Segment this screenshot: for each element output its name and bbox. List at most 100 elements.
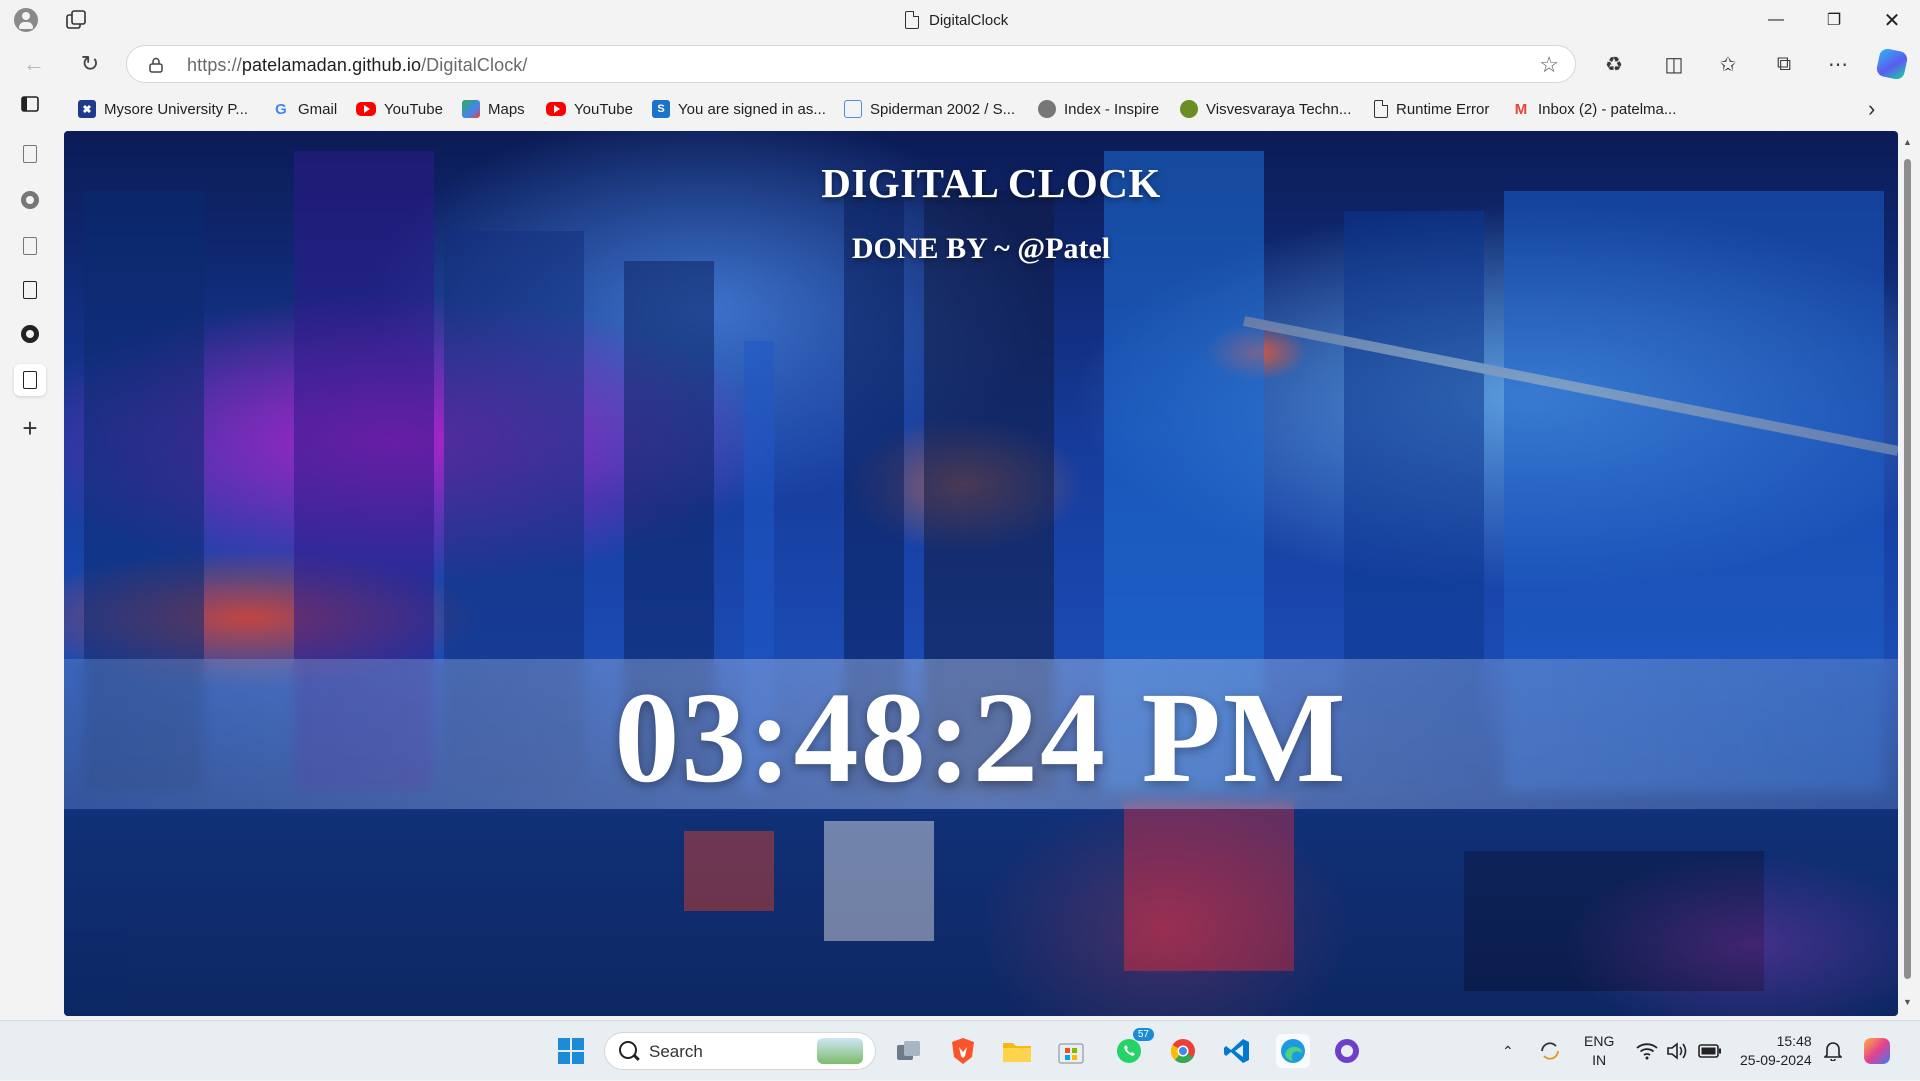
tab-document[interactable]	[14, 230, 46, 262]
scroll-thumb[interactable]	[1904, 159, 1911, 979]
favorite-item[interactable]: ✖ Mysore University P...	[78, 98, 248, 120]
copilot-taskbar-icon[interactable]	[1864, 1021, 1890, 1081]
file-explorer-icon[interactable]	[1000, 1034, 1034, 1068]
task-view-icon[interactable]	[892, 1034, 926, 1068]
tab-document[interactable]	[14, 274, 46, 306]
taskbar: Search 57 ⌃ ENG IN 15:48 25-09-2024	[0, 1020, 1920, 1080]
collections-icon[interactable]: ⧉	[1768, 48, 1800, 80]
url-scheme: https://	[187, 55, 242, 75]
github-desktop-icon[interactable]	[1330, 1034, 1364, 1068]
favorite-label: Runtime Error	[1396, 100, 1490, 118]
github-icon	[21, 325, 39, 343]
new-tab-button[interactable]: +	[14, 412, 46, 444]
tab-actions-icon[interactable]	[66, 10, 88, 30]
document-icon	[23, 371, 37, 389]
restore-button[interactable]: ❐	[1806, 0, 1862, 40]
plus-icon: +	[22, 412, 38, 443]
favorite-star-icon[interactable]: ☆	[1539, 52, 1559, 78]
vscode-icon[interactable]	[1220, 1034, 1254, 1068]
search-label: Search	[649, 1042, 703, 1061]
mysore-university-icon: ✖	[78, 100, 96, 118]
tv-icon	[844, 100, 862, 118]
notification-badge: 57	[1132, 1028, 1154, 1041]
split-screen-icon[interactable]: ◫	[1658, 48, 1690, 80]
language-code: ENG	[1584, 1033, 1615, 1049]
favorite-label: Index - Inspire	[1064, 100, 1160, 118]
favorite-item[interactable]: YouTube	[356, 98, 443, 120]
edge-browser-icon[interactable]	[1276, 1034, 1310, 1068]
favorite-item[interactable]: G Gmail	[272, 98, 337, 120]
s-icon: S	[652, 100, 670, 118]
gmail-icon: M	[1514, 100, 1528, 118]
favorite-item[interactable]: Visvesvaraya Techn...	[1180, 98, 1351, 120]
favorite-label: YouTube	[384, 100, 443, 118]
windows-logo-icon	[558, 1038, 584, 1064]
start-button[interactable]	[554, 1034, 588, 1068]
favorite-label: You are signed in as...	[678, 100, 826, 118]
favorite-item[interactable]: Index - Inspire	[1038, 98, 1159, 120]
title-bar: DigitalClock — ❐ ✕	[0, 0, 1920, 40]
scroll-up-arrow-icon[interactable]: ▲	[1903, 137, 1912, 147]
taskbar-search[interactable]: Search	[604, 1032, 876, 1070]
youtube-icon	[546, 102, 566, 116]
favorite-item[interactable]: Spiderman 2002 / S...	[844, 98, 1015, 120]
window-title: DigitalClock	[905, 9, 1008, 31]
volume-icon[interactable]	[1666, 1021, 1688, 1081]
microsoft-store-icon[interactable]	[1054, 1034, 1088, 1068]
inspire-icon	[1038, 100, 1056, 118]
lock-icon[interactable]	[149, 57, 163, 73]
tab-document[interactable]	[14, 138, 46, 170]
refresh-button[interactable]: ↻	[74, 48, 106, 80]
chrome-icon[interactable]	[1166, 1034, 1200, 1068]
page-content: DIGITAL CLOCK DONE BY ~ @Patel 03:48:24 …	[64, 131, 1898, 1016]
brave-browser-icon[interactable]	[946, 1034, 980, 1068]
language-indicator[interactable]: ENG IN	[1584, 1021, 1614, 1081]
github-icon	[21, 191, 39, 209]
favorite-label: Maps	[488, 100, 525, 118]
vtu-icon	[1180, 100, 1198, 118]
tab-github[interactable]	[14, 184, 46, 216]
sync-icon[interactable]	[1538, 1021, 1562, 1081]
favorite-item[interactable]: YouTube	[546, 98, 633, 120]
favorite-label: Inbox (2) - patelma...	[1538, 100, 1677, 118]
search-icon	[619, 1041, 637, 1059]
minimize-button[interactable]: —	[1748, 0, 1804, 40]
notifications-bell-icon[interactable]	[1824, 1021, 1842, 1081]
page-scrollbar[interactable]: ▲ ▼	[1900, 131, 1916, 1016]
battery-icon[interactable]	[1698, 1021, 1722, 1081]
vertical-tabs-sidebar: +	[0, 88, 60, 1020]
favorite-item[interactable]: Runtime Error	[1374, 98, 1489, 120]
favorites-overflow-chevron-icon[interactable]: ›	[1868, 96, 1875, 122]
favorites-icon[interactable]: ✩	[1712, 48, 1744, 80]
close-button[interactable]: ✕	[1864, 0, 1920, 40]
taskbar-time: 15:48	[1776, 1033, 1812, 1049]
favorite-item[interactable]: M Inbox (2) - patelma...	[1512, 98, 1677, 120]
back-button[interactable]: ←	[18, 48, 50, 80]
address-bar[interactable]: https://patelamadan.github.io/DigitalClo…	[126, 45, 1576, 83]
favorite-label: Spiderman 2002 / S...	[870, 100, 1016, 118]
wifi-icon[interactable]	[1636, 1021, 1658, 1081]
document-icon	[23, 281, 37, 299]
clock-date[interactable]: 15:48 25-09-2024	[1740, 1021, 1812, 1081]
more-menu-icon[interactable]: ⋯	[1822, 48, 1854, 80]
document-icon	[23, 237, 37, 255]
digital-clock-display: 03:48:24 PM	[614, 666, 1348, 810]
extensions-icon[interactable]: ♻	[1598, 48, 1630, 80]
show-hidden-icons-chevron-icon[interactable]: ⌃	[1502, 1021, 1514, 1081]
scroll-down-arrow-icon[interactable]: ▼	[1903, 997, 1912, 1007]
whatsapp-icon[interactable]: 57	[1112, 1028, 1154, 1068]
search-highlight-image	[817, 1038, 863, 1064]
favorite-label: Visvesvaraya Techn...	[1206, 100, 1352, 118]
favorite-label: YouTube	[574, 100, 633, 118]
document-icon	[1374, 100, 1388, 118]
tab-github[interactable]	[14, 318, 46, 350]
favorite-item[interactable]: Maps	[462, 98, 525, 120]
profile-icon[interactable]	[14, 8, 38, 32]
taskbar-date: 25-09-2024	[1740, 1052, 1812, 1068]
maps-icon	[462, 100, 480, 118]
favorite-item[interactable]: S You are signed in as...	[652, 98, 826, 120]
tab-panel-toggle-icon[interactable]	[14, 88, 46, 120]
tab-digitalclock-active[interactable]	[14, 364, 46, 396]
window-title-text: DigitalClock	[929, 11, 1009, 29]
url-text[interactable]: https://patelamadan.github.io/DigitalClo…	[187, 55, 528, 76]
